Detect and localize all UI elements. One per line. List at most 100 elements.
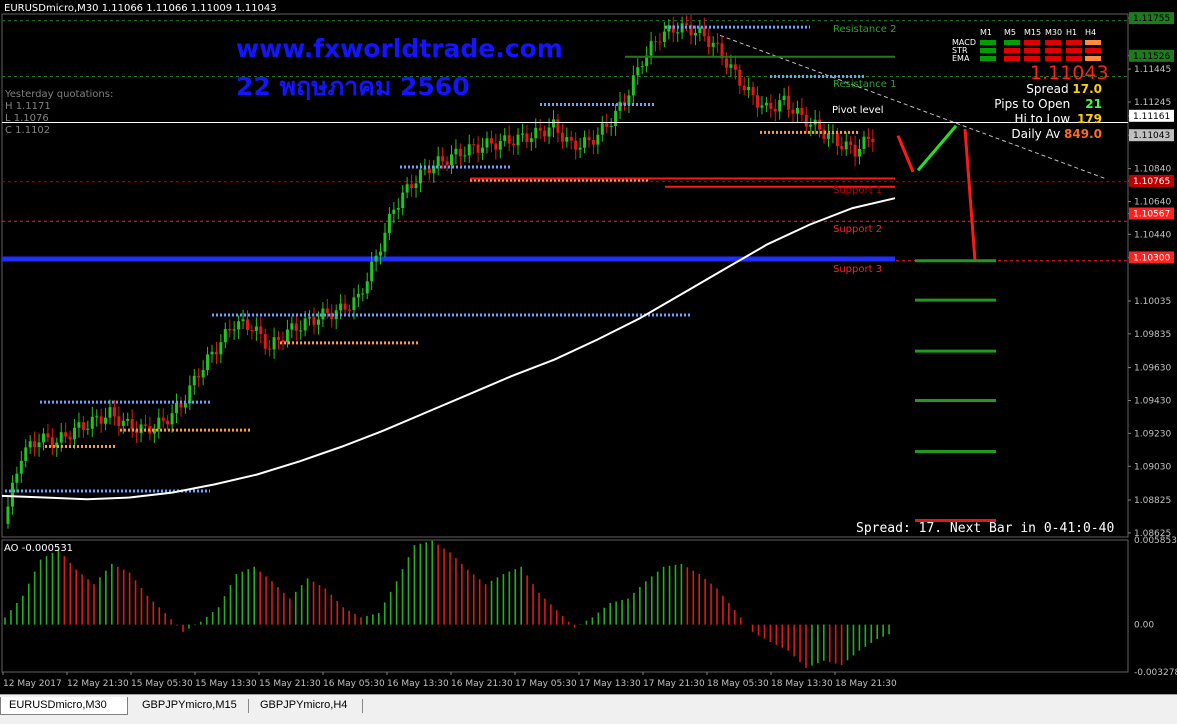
candle-body — [343, 303, 347, 310]
candle-body — [685, 23, 689, 25]
yesterday-high: H 1.1171 — [5, 101, 51, 112]
candle-body — [201, 370, 205, 378]
time-label: 12 May 2017 — [3, 679, 62, 689]
price-highlight-label: 1.11526 — [1133, 52, 1170, 62]
price-highlight-label: 1.11043 — [1133, 131, 1170, 141]
hilo-row: Hi to Low 179 — [990, 112, 1103, 126]
tab-gbpjpy-m15[interactable]: GBPJPYmicro,M15 — [134, 697, 246, 715]
signal-cell — [1045, 40, 1061, 45]
tab-eurusd-m30[interactable]: EURUSDmicro,M30 — [0, 697, 128, 715]
ao-frame — [1, 539, 1129, 673]
candle-body — [742, 85, 746, 91]
signal-cell — [1066, 48, 1082, 53]
candle-body — [73, 427, 77, 440]
spread-value: 17.0 — [1072, 82, 1102, 96]
signal-cell — [980, 56, 996, 61]
price-tick-label: 1.08825 — [1134, 496, 1171, 506]
candle-body — [294, 323, 298, 331]
watermark-date: 22 พฤษภาคม 2560 — [236, 72, 470, 101]
candle-body — [290, 323, 294, 330]
signal-timeframe: H1 — [1066, 28, 1078, 37]
candle-body — [507, 135, 511, 144]
time-label: 17 May 21:30 — [643, 679, 705, 689]
time-label: 16 May 05:30 — [323, 679, 385, 689]
candle-body — [370, 261, 374, 282]
candle-body — [104, 417, 108, 424]
price-tick-label: 1.09030 — [1134, 462, 1171, 472]
candle-body — [241, 319, 245, 322]
candle-body — [445, 161, 449, 166]
candle-body — [773, 108, 777, 112]
candle-body — [543, 130, 547, 137]
time-axis: 12 May 2017 12 May 21:30 15 May 05:30 15 Ma… — [2, 672, 897, 689]
candle-body — [232, 329, 236, 331]
candle-body — [228, 328, 232, 331]
candle-body — [795, 107, 799, 114]
candle-body — [512, 143, 516, 146]
candle-body — [556, 119, 560, 133]
candle-body — [458, 148, 462, 157]
signal-cell — [1085, 56, 1101, 61]
candle-body — [130, 418, 134, 430]
time-label: 15 May 13:30 — [195, 679, 257, 689]
signal-cell — [1004, 56, 1020, 61]
candle-body — [560, 132, 564, 142]
candle-body — [68, 436, 72, 440]
candle-body — [41, 433, 45, 443]
candle-body — [574, 140, 578, 150]
candle-body — [210, 351, 214, 355]
candle-body — [747, 86, 751, 91]
price-highlight-label: 1.11161 — [1133, 112, 1170, 122]
candle-body — [99, 416, 103, 424]
daily-row: Daily Av 849.0 — [990, 127, 1102, 141]
signal-cell — [980, 48, 996, 53]
spread-row: Spread 17.0 — [990, 82, 1102, 96]
candle-body — [77, 422, 81, 428]
candle-body — [751, 86, 755, 96]
time-label: 18 May 21:30 — [835, 679, 897, 689]
candle-body — [871, 138, 875, 143]
candle-body — [387, 213, 391, 233]
candle-body — [485, 138, 489, 148]
tab-gbpjpy-h4[interactable]: GBPJPYmicro,H4 — [252, 697, 362, 715]
forecast-up-arrow — [916, 124, 958, 172]
candle-body — [702, 27, 706, 37]
ao-tick-label: 0.00 — [1134, 621, 1154, 631]
candle-body — [268, 348, 272, 350]
candle-body — [423, 168, 427, 170]
level-label: Support 1 — [833, 184, 883, 196]
signal-cell — [1024, 56, 1040, 61]
candle-body — [183, 403, 187, 408]
watermark-url: www.fxworldtrade.com — [236, 34, 563, 63]
candle-body — [143, 424, 147, 426]
candle-body — [605, 123, 609, 127]
hilo-label: Hi to Low — [1014, 112, 1071, 126]
candle-body — [596, 134, 600, 145]
candle-body — [175, 403, 179, 414]
candle-body — [614, 110, 618, 126]
candle-body — [778, 100, 782, 112]
candle-body — [95, 416, 99, 418]
candle-body — [121, 420, 125, 426]
candle-body — [534, 127, 538, 139]
candle-body — [272, 337, 276, 350]
candle-body — [738, 69, 742, 86]
candle-body — [418, 169, 422, 184]
candle-body — [591, 140, 595, 145]
ma-curve — [1, 197, 896, 501]
chart-grid — [1, 13, 1129, 673]
pips-row: Pips to Open 21 — [990, 97, 1102, 111]
signal-cell — [1045, 48, 1061, 53]
candle-body — [312, 317, 316, 325]
time-label: 16 May 13:30 — [387, 679, 449, 689]
candle-body — [219, 342, 223, 355]
candle-body — [844, 141, 848, 150]
forecast-arrows — [896, 124, 996, 523]
time-label: 16 May 21:30 — [451, 679, 513, 689]
level-label: Support 3 — [833, 263, 883, 275]
candle-body — [277, 337, 281, 340]
pips-value: 21 — [1085, 97, 1102, 111]
candle-body — [316, 319, 320, 325]
candle-body — [303, 318, 307, 331]
candle-body — [46, 433, 50, 438]
